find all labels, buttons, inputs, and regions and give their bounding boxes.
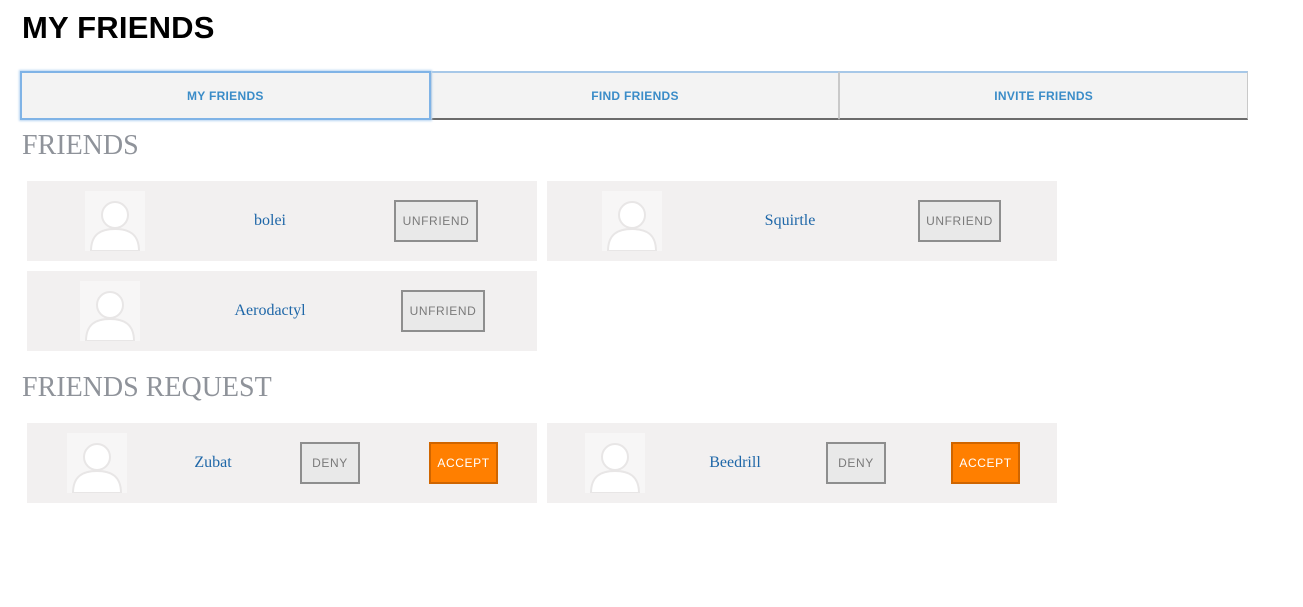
deny-button[interactable]: DENY: [300, 442, 360, 484]
deny-button[interactable]: DENY: [826, 442, 886, 484]
accept-button[interactable]: ACCEPT: [951, 442, 1020, 484]
friend-name[interactable]: Aerodactyl: [234, 271, 305, 351]
unfriend-button[interactable]: UNFRIEND: [401, 290, 485, 332]
friend-request-card: Zubat DENY ACCEPT: [27, 423, 537, 503]
friend-name[interactable]: Beedrill: [709, 423, 761, 503]
tab-invite-friends[interactable]: INVITE FRIENDS: [839, 71, 1249, 120]
unfriend-button[interactable]: UNFRIEND: [918, 200, 1001, 242]
unfriend-button[interactable]: UNFRIEND: [394, 200, 478, 242]
tab-bar: MY FRIENDS FIND FRIENDS INVITE FRIENDS: [20, 71, 1249, 120]
friend-name[interactable]: Squirtle: [765, 181, 816, 261]
friend-card: bolei UNFRIEND: [27, 181, 537, 261]
friend-card: Squirtle UNFRIEND: [547, 181, 1057, 261]
user-silhouette-icon: [585, 433, 645, 493]
friends-request-heading: FRIENDS REQUEST: [22, 372, 272, 403]
accept-button[interactable]: ACCEPT: [429, 442, 498, 484]
user-silhouette-icon: [85, 191, 145, 251]
friend-name[interactable]: bolei: [254, 181, 286, 261]
friend-card: Aerodactyl UNFRIEND: [27, 271, 537, 351]
page-title: MY FRIENDS: [22, 10, 215, 45]
user-silhouette-icon: [80, 281, 140, 341]
tab-find-friends[interactable]: FIND FRIENDS: [430, 71, 840, 120]
user-silhouette-icon: [602, 191, 662, 251]
friend-name[interactable]: Zubat: [194, 423, 231, 503]
friend-request-card: Beedrill DENY ACCEPT: [547, 423, 1057, 503]
friends-heading: FRIENDS: [22, 130, 139, 161]
user-silhouette-icon: [67, 433, 127, 493]
tab-my-friends[interactable]: MY FRIENDS: [20, 71, 431, 120]
